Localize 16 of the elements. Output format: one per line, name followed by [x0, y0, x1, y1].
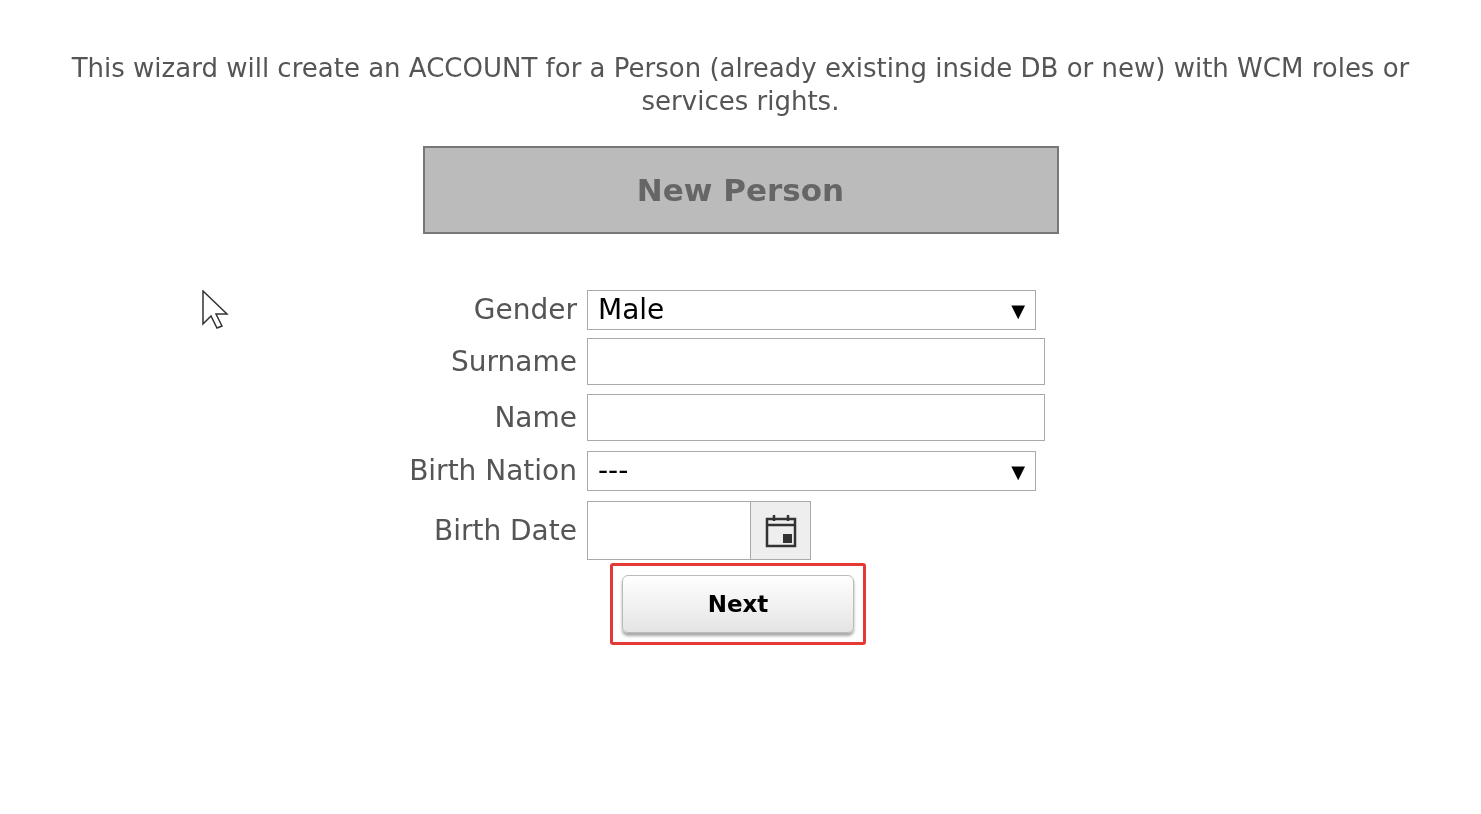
- dropdown[interactable]: Male ▼: [587, 290, 1036, 330]
- field-label: Birth Nation: [409, 454, 577, 487]
- input-field[interactable]: [587, 394, 1045, 441]
- input-field[interactable]: [587, 338, 1045, 385]
- field-label: Birth Date: [433, 513, 577, 547]
- title-banner: New Person: [422, 146, 1059, 234]
- calendar-button[interactable]: [751, 501, 811, 560]
- field-label: Name: [494, 400, 577, 434]
- next-button[interactable]: Next: [622, 575, 854, 633]
- field-label: Gender: [473, 293, 577, 326]
- mouse-cursor-icon: [202, 290, 230, 330]
- date-field[interactable]: [587, 501, 751, 560]
- dropdown[interactable]: --- ▼: [587, 451, 1036, 491]
- field-label: Surname: [451, 344, 577, 378]
- calendar-icon: [764, 513, 797, 548]
- intro-text: This wizard will create an ACCOUNT for a Person (already existing inside DB or new) with WCM roles or services rights.: [70, 52, 1411, 118]
